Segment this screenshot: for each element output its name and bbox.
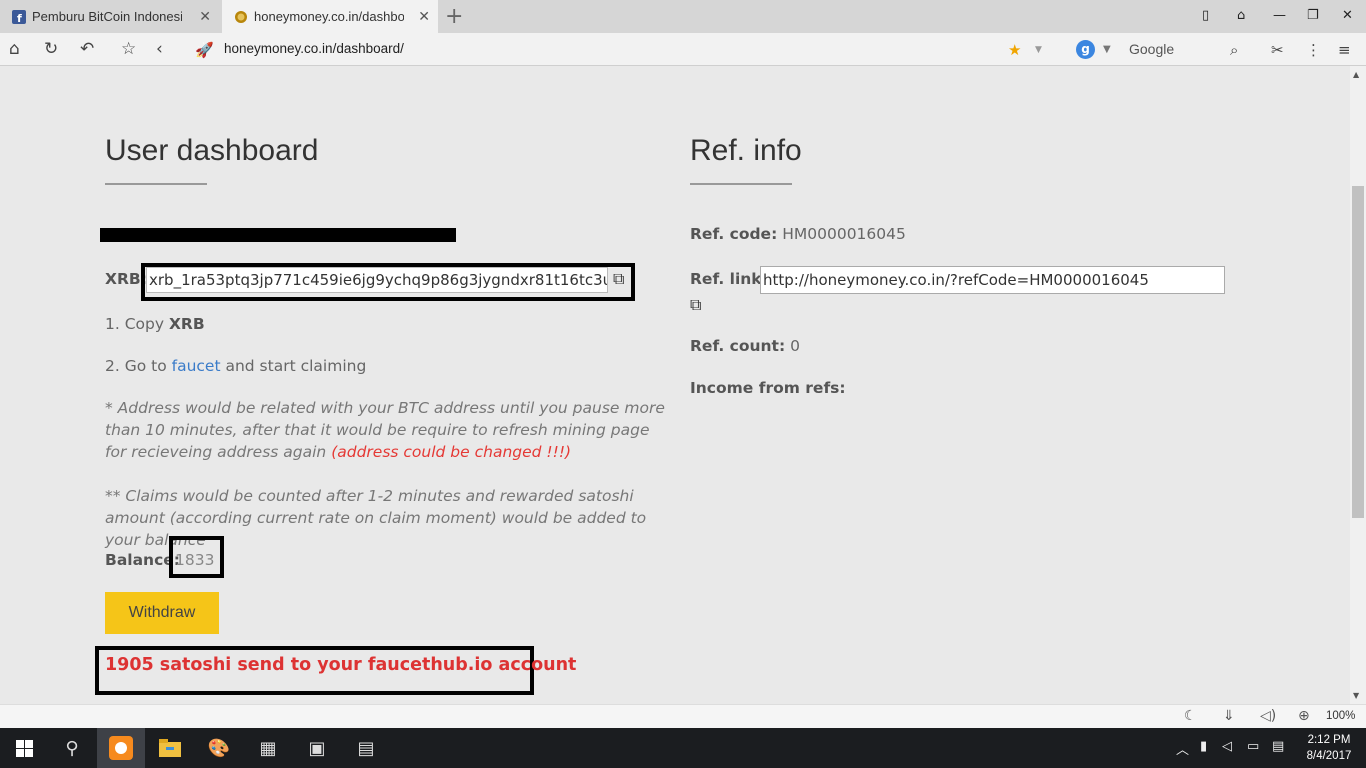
user-dashboard-heading: User dashboard	[105, 134, 319, 167]
step-1: 1. Copy XRB	[105, 315, 205, 333]
chevron-down-icon[interactable]: ▼	[1103, 44, 1111, 55]
ref-code-label: Ref. code:	[690, 225, 778, 243]
close-icon[interactable]: ✕	[418, 9, 430, 25]
ref-count-value: 0	[790, 337, 800, 355]
windows-start-icon[interactable]	[0, 728, 48, 768]
search-engine-icon[interactable]: g	[1076, 40, 1095, 59]
scrollbar-thumb[interactable]	[1352, 186, 1364, 518]
faucet-link[interactable]: faucet	[172, 357, 221, 375]
search-icon[interactable]: ⌕	[1230, 41, 1238, 59]
signal-icon[interactable]: ▮	[1200, 739, 1207, 754]
heading-underline	[105, 183, 207, 185]
ref-code-row: Ref. code: HM0000016045	[690, 225, 906, 243]
tab-honeymoney-dashboard[interactable]: honeymoney.co.in/dashboard/ ✕	[222, 0, 438, 33]
address-bar: ⌂ ↻ ↶ ☆ ‹ 🚀 honeymoney.co.in/dashboard/ …	[0, 33, 1366, 66]
tab-bar: f Pemburu BitCoin Indonesia ✕ honeymoney…	[0, 0, 1366, 33]
folder-icon	[159, 739, 181, 757]
close-icon[interactable]: ✕	[199, 9, 211, 25]
ref-info-heading: Ref. info	[690, 134, 802, 167]
ref-link-field[interactable]: http://honeymoney.co.in/?refCode=HM00000…	[760, 266, 1225, 294]
tab-pemburu-bitcoin[interactable]: f Pemburu BitCoin Indonesia ✕	[0, 0, 219, 33]
moon-icon[interactable]: ☾	[1184, 708, 1197, 724]
search-icon[interactable]: ⚲	[48, 728, 96, 768]
clock-time: 2:12 PM	[1307, 734, 1351, 746]
uc-browser-icon[interactable]	[97, 728, 145, 768]
ref-count-row: Ref. count: 0	[690, 337, 800, 355]
step-1-bold: XRB	[168, 315, 205, 333]
copy-icon[interactable]: ⧉	[613, 269, 624, 289]
restore-button[interactable]: ❐	[1307, 8, 1319, 23]
redacted-text	[100, 228, 456, 242]
new-tab-button[interactable]: +	[445, 4, 463, 29]
ref-code-value: HM0000016045	[782, 225, 906, 243]
page-content: User dashboard XRB: xrb_1ra53ptq3jp771c4…	[0, 66, 1350, 704]
star-icon[interactable]: ☆	[121, 39, 136, 59]
uc-browser-logo-icon	[109, 736, 133, 760]
windows-logo-icon	[15, 739, 33, 757]
url-field[interactable]: honeymoney.co.in/dashboard/	[224, 41, 404, 56]
bookmark-star-icon[interactable]: ★	[1008, 41, 1021, 59]
taskbar: ⚲ 🎨 ▦ ▣ ▤ ︿ ▮ ◁ ▭ ▤ 2:12 PM 8/4/2017	[0, 728, 1366, 768]
skin-icon[interactable]: ⌂	[1237, 8, 1245, 23]
step-1-text: 1. Copy	[105, 315, 169, 333]
scissors-icon[interactable]: ✂	[1271, 41, 1284, 59]
scroll-up-arrow[interactable]: ▲	[1353, 70, 1359, 79]
network-app-icon[interactable]: ▦	[244, 728, 292, 768]
file-explorer-icon[interactable]	[146, 728, 194, 768]
ref-link-label: Ref. link:	[690, 270, 768, 288]
scroll-down-arrow[interactable]: ▼	[1353, 691, 1359, 700]
taskbar-clock[interactable]: 2:12 PM 8/4/2017	[1300, 732, 1358, 764]
status-bar: ☾ ⇓ ◁) ⊕ 100%	[0, 704, 1366, 728]
chevron-down-icon[interactable]: ▼	[1035, 45, 1042, 55]
heading-underline	[690, 183, 792, 185]
tab-title: honeymoney.co.in/dashboard/	[254, 9, 404, 24]
chevron-up-icon[interactable]: ︿	[1176, 739, 1189, 758]
speaker-icon[interactable]: ◁	[1222, 739, 1232, 754]
payout-message: 1905 satoshi send to your faucethub.io a…	[105, 655, 577, 675]
notification-icon[interactable]: ▤	[1272, 739, 1284, 754]
address-note: * Address would be related with your BTC…	[105, 397, 665, 463]
terminal-icon[interactable]: ▣	[293, 728, 341, 768]
zoom-icon[interactable]: ⊕	[1298, 708, 1310, 724]
xrb-address-field[interactable]: xrb_1ra53ptq3jp771c459ie6jg9ychq9p86g3jy…	[146, 267, 608, 293]
clock-date: 8/4/2017	[1306, 750, 1352, 762]
ref-count-label: Ref. count:	[690, 337, 786, 355]
rocket-icon: 🚀	[195, 41, 214, 59]
more-icon[interactable]: ⋮	[1306, 41, 1321, 59]
tile-icon[interactable]: ▯	[1202, 8, 1209, 23]
menu-icon[interactable]: ≡	[1338, 41, 1351, 59]
home-icon[interactable]: ⌂	[9, 39, 20, 59]
window-close-button[interactable]: ✕	[1342, 8, 1353, 23]
search-input[interactable]: Google	[1129, 41, 1174, 57]
balance-value: 1833	[175, 551, 215, 569]
step-2-suffix: and start claiming	[220, 357, 367, 375]
paint-icon[interactable]: 🎨	[195, 728, 243, 768]
notepad-icon[interactable]: ▤	[342, 728, 390, 768]
battery-icon[interactable]: ▭	[1247, 739, 1259, 754]
withdraw-button[interactable]: Withdraw	[105, 592, 219, 634]
coin-icon	[235, 10, 247, 23]
zoom-level[interactable]: 100%	[1326, 710, 1355, 722]
volume-icon[interactable]: ◁)	[1260, 708, 1276, 724]
copy-icon[interactable]: ⧉	[690, 295, 701, 315]
step-2: 2. Go to faucet and start claiming	[105, 357, 366, 375]
step-2-text: 2. Go to	[105, 357, 172, 375]
income-label: Income from refs:	[690, 379, 846, 397]
minimize-button[interactable]: —	[1273, 8, 1286, 23]
tab-title: Pemburu BitCoin Indonesia	[32, 9, 182, 24]
download-icon[interactable]: ⇓	[1223, 708, 1235, 724]
address-warning: (address could be changed !!!)	[331, 443, 572, 461]
reload-icon[interactable]: ↻	[44, 39, 58, 59]
back-icon[interactable]: ‹	[156, 39, 163, 59]
undo-icon[interactable]: ↶	[80, 39, 94, 59]
svg-text:f: f	[17, 12, 22, 24]
facebook-icon: f	[12, 9, 26, 24]
